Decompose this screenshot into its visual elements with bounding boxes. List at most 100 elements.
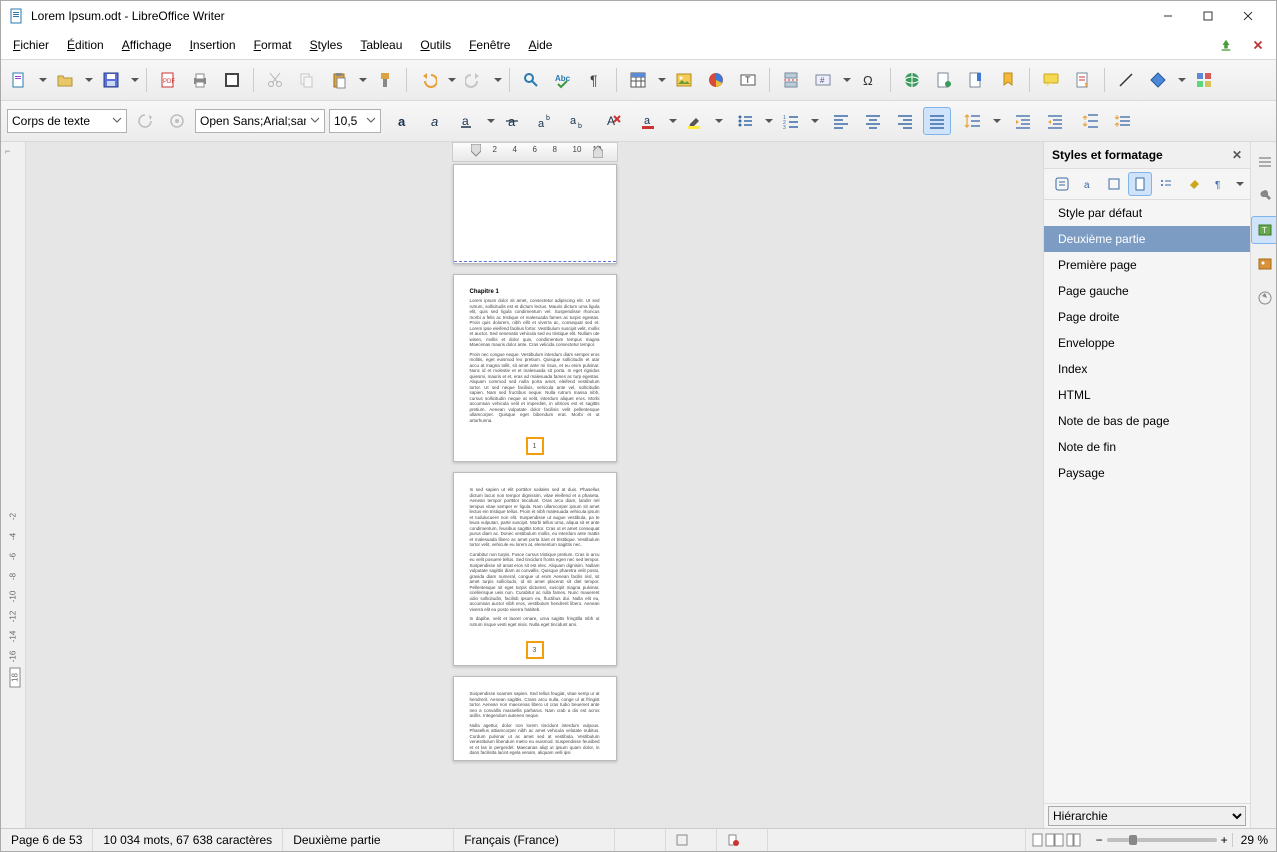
menu-affichage[interactable]: Affichage bbox=[114, 36, 180, 54]
paste-dropdown[interactable] bbox=[357, 76, 367, 84]
insert-field-button[interactable]: # bbox=[809, 66, 837, 94]
close-button[interactable] bbox=[1228, 2, 1268, 30]
style-item[interactable]: Deuxième partie bbox=[1044, 226, 1250, 252]
style-item[interactable]: Page droite bbox=[1044, 304, 1250, 330]
clear-format-button[interactable]: A bbox=[599, 107, 627, 135]
zoom-out-icon[interactable]: − bbox=[1096, 833, 1103, 847]
increase-indent-button[interactable] bbox=[1009, 107, 1037, 135]
style-item[interactable]: Note de fin bbox=[1044, 434, 1250, 460]
new-dropdown[interactable] bbox=[37, 76, 47, 84]
menu-outils[interactable]: Outils bbox=[412, 36, 459, 54]
decrease-indent-button[interactable] bbox=[1041, 107, 1069, 135]
list-styles-icon[interactable] bbox=[1154, 172, 1178, 196]
underline-button[interactable]: a bbox=[453, 107, 481, 135]
undo-dropdown[interactable] bbox=[446, 76, 456, 84]
print-button[interactable] bbox=[186, 66, 214, 94]
paragraph-style-combo[interactable]: Corps de texte bbox=[7, 109, 127, 133]
style-item[interactable]: Index bbox=[1044, 356, 1250, 382]
italic-button[interactable]: a bbox=[421, 107, 449, 135]
style-item[interactable]: Note de bas de page bbox=[1044, 408, 1250, 434]
status-language[interactable]: Français (France) bbox=[454, 829, 615, 851]
style-item[interactable]: HTML bbox=[1044, 382, 1250, 408]
save-button[interactable] bbox=[97, 66, 125, 94]
status-page[interactable]: Page 6 de 53 bbox=[1, 829, 93, 851]
style-list[interactable]: Style par défautDeuxième partiePremière … bbox=[1044, 200, 1250, 803]
line-spacing-dropdown[interactable] bbox=[991, 117, 1001, 125]
update-style-button[interactable] bbox=[131, 107, 159, 135]
status-page-style[interactable]: Deuxième partie bbox=[283, 829, 454, 851]
bullet-dropdown[interactable] bbox=[763, 117, 773, 125]
style-actions-dropdown[interactable] bbox=[1234, 180, 1244, 188]
minimize-button[interactable] bbox=[1148, 2, 1188, 30]
highlight-button[interactable] bbox=[681, 107, 709, 135]
style-item[interactable]: Page gauche bbox=[1044, 278, 1250, 304]
menu-styles[interactable]: Styles bbox=[302, 36, 351, 54]
footnote-button[interactable] bbox=[930, 66, 958, 94]
underline-dropdown[interactable] bbox=[485, 117, 495, 125]
bookmark-button[interactable] bbox=[962, 66, 990, 94]
number-dropdown[interactable] bbox=[809, 117, 819, 125]
zoom-in-icon[interactable]: + bbox=[1221, 833, 1228, 847]
zoom-control[interactable]: − + 29 % bbox=[1088, 833, 1276, 847]
comment-button[interactable] bbox=[1037, 66, 1065, 94]
increase-para-space-button[interactable] bbox=[1077, 107, 1105, 135]
view-layout-icons[interactable] bbox=[1026, 829, 1088, 851]
align-right-button[interactable] bbox=[891, 107, 919, 135]
align-justify-button[interactable] bbox=[923, 107, 951, 135]
insert-image-button[interactable] bbox=[670, 66, 698, 94]
copy-button[interactable] bbox=[293, 66, 321, 94]
undo-button[interactable] bbox=[414, 66, 442, 94]
new-style-button[interactable] bbox=[163, 107, 191, 135]
close-document-icon[interactable] bbox=[1244, 31, 1272, 59]
new-style-from-sel-icon[interactable]: ¶ bbox=[1208, 172, 1232, 196]
decrease-para-space-button[interactable] bbox=[1109, 107, 1137, 135]
table-dropdown[interactable] bbox=[656, 76, 666, 84]
sidebar-close-icon[interactable]: ✕ bbox=[1232, 148, 1242, 162]
cut-button[interactable] bbox=[261, 66, 289, 94]
zoom-slider[interactable] bbox=[1107, 838, 1217, 842]
spellcheck-button[interactable]: Abc bbox=[549, 66, 577, 94]
style-item[interactable]: Paysage bbox=[1044, 460, 1250, 486]
character-styles-icon[interactable]: a bbox=[1076, 172, 1100, 196]
menu-fenetre[interactable]: Fenêtre bbox=[461, 36, 518, 54]
sidebar-properties-icon[interactable] bbox=[1251, 182, 1276, 210]
page-break-button[interactable] bbox=[777, 66, 805, 94]
font-name-combo[interactable]: Open Sans;Arial;sans bbox=[195, 109, 325, 133]
menu-fichier[interactable]: Fichier bbox=[5, 36, 57, 54]
font-color-dropdown[interactable] bbox=[667, 117, 677, 125]
track-changes-button[interactable] bbox=[1069, 66, 1097, 94]
find-replace-button[interactable] bbox=[517, 66, 545, 94]
paste-button[interactable] bbox=[325, 66, 353, 94]
strike-button[interactable]: a bbox=[499, 107, 527, 135]
cross-ref-button[interactable] bbox=[994, 66, 1022, 94]
insert-textbox-button[interactable]: T bbox=[734, 66, 762, 94]
export-pdf-button[interactable]: PDF bbox=[154, 66, 182, 94]
update-available-icon[interactable] bbox=[1212, 31, 1240, 59]
print-preview-button[interactable] bbox=[218, 66, 246, 94]
status-selection-mode[interactable] bbox=[666, 829, 717, 851]
align-left-button[interactable] bbox=[827, 107, 855, 135]
horizontal-ruler[interactable]: 2 4 6 8 10 12 bbox=[452, 142, 618, 162]
sidebar-gallery-icon[interactable] bbox=[1251, 250, 1276, 278]
zoom-value[interactable]: 29 % bbox=[1232, 833, 1268, 847]
sidebar-navigator-icon[interactable] bbox=[1251, 284, 1276, 312]
shapes-dropdown[interactable] bbox=[1176, 76, 1186, 84]
maximize-button[interactable] bbox=[1188, 2, 1228, 30]
highlight-dropdown[interactable] bbox=[713, 117, 723, 125]
paragraph-styles-icon[interactable] bbox=[1050, 172, 1074, 196]
table-button[interactable] bbox=[624, 66, 652, 94]
hyperlink-button[interactable] bbox=[898, 66, 926, 94]
clone-format-button[interactable] bbox=[371, 66, 399, 94]
line-spacing-button[interactable] bbox=[959, 107, 987, 135]
superscript-button[interactable]: ab bbox=[531, 107, 559, 135]
open-button[interactable] bbox=[51, 66, 79, 94]
sidebar-settings-icon[interactable] bbox=[1251, 148, 1276, 176]
redo-button[interactable] bbox=[460, 66, 488, 94]
menu-format[interactable]: Format bbox=[246, 36, 300, 54]
sidebar-styles-icon[interactable]: T bbox=[1251, 216, 1276, 244]
vertical-ruler[interactable]: ⌐ -2 -4 -6 -8 -10 -12 -14 -16 18 bbox=[1, 142, 26, 828]
special-char-button[interactable]: Ω bbox=[855, 66, 883, 94]
status-signature[interactable] bbox=[717, 829, 768, 851]
frame-styles-icon[interactable] bbox=[1102, 172, 1126, 196]
subscript-button[interactable]: ab bbox=[563, 107, 591, 135]
